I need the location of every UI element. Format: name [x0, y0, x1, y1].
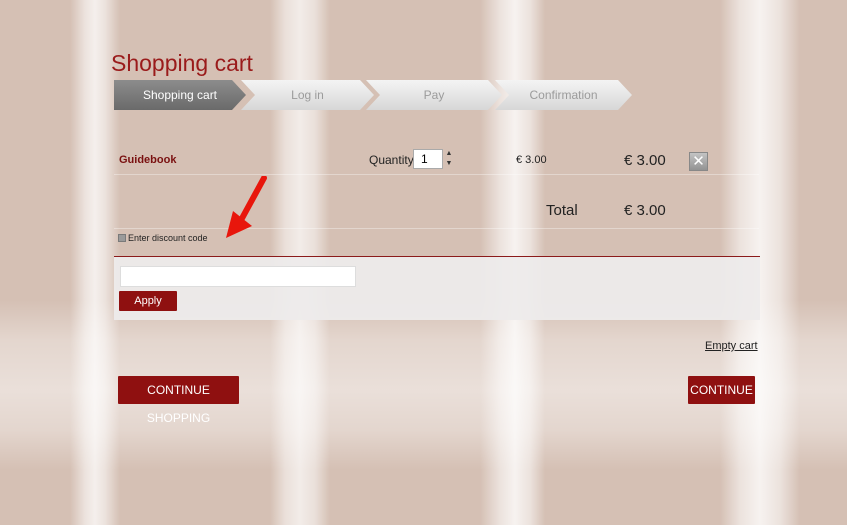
collapse-icon [118, 234, 126, 242]
step-confirmation[interactable]: Confirmation [495, 80, 632, 110]
step-log-in[interactable]: Log in [241, 80, 374, 110]
step-pay[interactable]: Pay [366, 80, 502, 110]
discount-toggle-label: Enter discount code [128, 233, 208, 243]
quantity-input[interactable]: 1 [413, 149, 443, 169]
quantity-label: Quantity: [369, 153, 418, 167]
discount-toggle[interactable]: Enter discount code [118, 233, 208, 243]
step-shopping-cart[interactable]: Shopping cart [114, 80, 246, 110]
apply-button[interactable]: Apply [119, 291, 177, 311]
unit-price: € 3.00 [516, 154, 547, 166]
product-name[interactable]: Guidebook [119, 154, 176, 166]
total-label: Total [546, 202, 578, 219]
quantity-stepper[interactable]: ▲ ▼ [444, 149, 454, 169]
discount-code-input[interactable] [120, 266, 356, 287]
remove-item-button[interactable]: ✕ [689, 152, 708, 171]
checkout-steps: Shopping cart Log in Pay Confirmation [114, 80, 644, 110]
page-title: Shopping cart [111, 50, 253, 76]
line-total: € 3.00 [624, 152, 666, 169]
continue-button[interactable]: CONTINUE [688, 376, 755, 404]
empty-cart-link[interactable]: Empty cart [705, 340, 758, 352]
continue-shopping-button[interactable]: CONTINUE SHOPPING [118, 376, 239, 425]
total-row: Total € 3.00 [114, 193, 759, 229]
cart-item-row: Guidebook Quantity: 1 ▲ ▼ € 3.00 € 3.00 ✕ [114, 145, 759, 175]
discount-panel: Apply [114, 256, 760, 320]
annotation-arrow-icon [226, 176, 267, 238]
close-icon: ✕ [692, 153, 705, 170]
total-value: € 3.00 [624, 202, 666, 219]
